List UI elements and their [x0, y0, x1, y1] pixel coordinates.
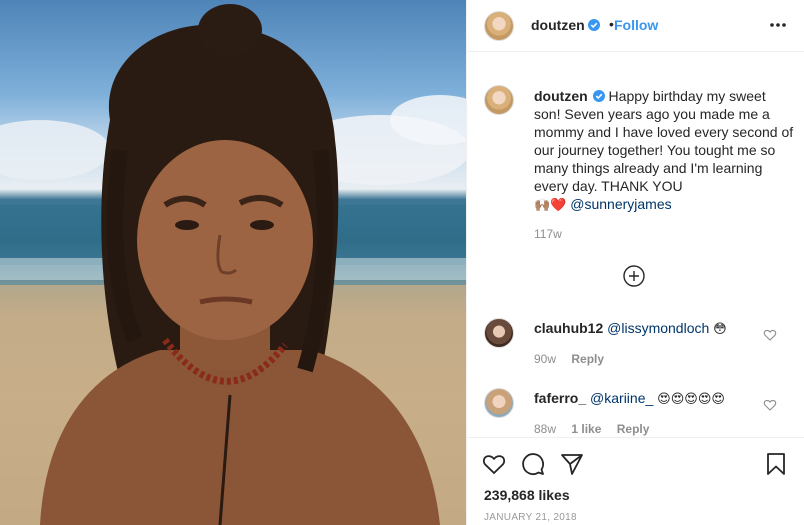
reply-button[interactable]: Reply	[617, 422, 650, 436]
caption-section: doutzen Happy birthday my sweet son! Sev…	[467, 52, 804, 447]
comment-item: faferro_ @kariine_ 😍😍😍😍😍 88w 1 like Repl…	[467, 388, 804, 438]
follow-button[interactable]: Follow	[614, 17, 658, 33]
bookmark-icon[interactable]	[763, 451, 789, 477]
comment-text: faferro_ @kariine_ 😍😍😍😍😍	[534, 389, 725, 408]
caption-time[interactable]: 117w	[534, 227, 562, 241]
comment-icon[interactable]	[520, 451, 546, 477]
comment-like-heart-icon[interactable]	[763, 328, 777, 342]
author-avatar[interactable]	[484, 11, 514, 41]
comment-mention[interactable]: @kariine_	[590, 390, 653, 406]
post-date[interactable]: JANUARY 21, 2018	[484, 512, 577, 523]
caption-mention[interactable]: @sunneryjames	[570, 196, 671, 212]
comment-time[interactable]: 90w	[534, 352, 556, 366]
likes-count[interactable]: 239,868 likes	[484, 487, 570, 503]
caption-text: doutzen Happy birthday my sweet son! Sev…	[534, 87, 796, 214]
instagram-post: doutzen • Follow doutzen Happy birthday …	[0, 0, 804, 525]
caption-emojis: 🙌🏽❤️	[534, 197, 567, 212]
post-photo[interactable]	[0, 0, 466, 525]
paper-plane-icon[interactable]	[559, 451, 585, 477]
comment-username[interactable]: clauhub12	[534, 320, 603, 336]
author-username-text[interactable]: doutzen	[531, 17, 585, 33]
verified-badge-icon	[592, 90, 605, 102]
comment-emoji: 😍😍😍😍😍	[657, 391, 725, 406]
post-actions: 239,868 likes JANUARY 21, 2018	[467, 437, 804, 525]
reply-button[interactable]: Reply	[571, 352, 604, 366]
comment-avatar[interactable]	[484, 388, 514, 418]
comment-mention[interactable]: @lissymondloch	[607, 320, 709, 336]
caption-username[interactable]: doutzen	[534, 88, 588, 104]
comment-meta: 90w Reply	[534, 352, 616, 366]
ellipsis-icon[interactable]	[767, 14, 789, 36]
comment-username[interactable]: faferro_	[534, 390, 586, 406]
comment-emoji: 😳	[713, 321, 727, 336]
comment-likes[interactable]: 1 like	[571, 422, 601, 436]
post-header: doutzen • Follow	[467, 0, 804, 52]
post-side-panel: doutzen • Follow doutzen Happy birthday …	[466, 0, 804, 525]
comment-text: clauhub12 @lissymondloch 😳	[534, 319, 727, 338]
caption-avatar[interactable]	[484, 85, 514, 115]
comment-avatar[interactable]	[484, 318, 514, 348]
photo-illustration	[0, 4, 466, 525]
heart-icon[interactable]	[481, 451, 507, 477]
comment-meta: 88w 1 like Reply	[534, 422, 661, 436]
verified-badge-icon	[587, 19, 600, 31]
comment-time[interactable]: 88w	[534, 422, 556, 436]
comment-like-heart-icon[interactable]	[763, 398, 777, 412]
author-username[interactable]: doutzen	[531, 17, 600, 33]
plus-circle-icon[interactable]	[623, 265, 645, 287]
comment-item: clauhub12 @lissymondloch 😳 90w Reply	[467, 318, 804, 368]
